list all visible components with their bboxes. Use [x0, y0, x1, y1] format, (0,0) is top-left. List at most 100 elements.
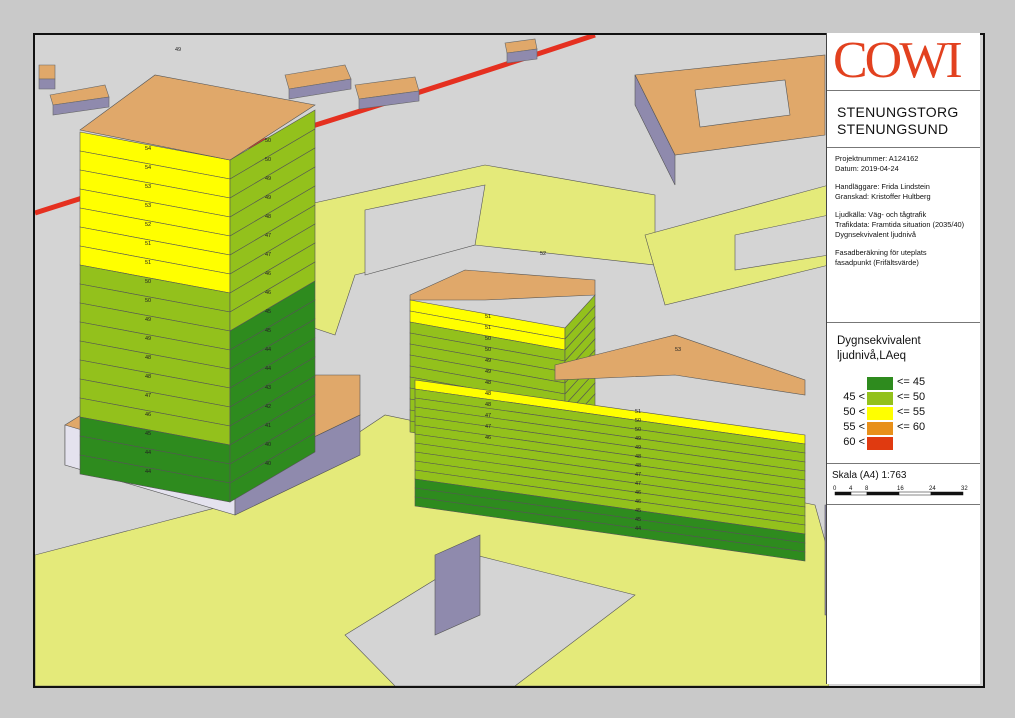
- legend-high-3: <= 55: [897, 406, 926, 418]
- scale-tick-label: 32: [961, 486, 968, 492]
- scale-bar: 0 4 8 16 24 32: [833, 486, 968, 496]
- tower-side-label: 45: [265, 309, 271, 315]
- scale-box: Skala (A4) 1:763 0 4 8 16 24 32: [827, 464, 980, 505]
- tower-front-label: 53: [145, 184, 151, 190]
- scale-segment: [834, 491, 852, 496]
- tower-side-label: 49: [265, 176, 271, 182]
- tower-front-label: 49: [145, 317, 151, 323]
- project-title-line-1: STENUNGSTORG: [837, 104, 959, 120]
- tower-side-label: 49: [265, 195, 271, 201]
- legend-low-5: 60 <: [843, 436, 865, 448]
- legend-low-3: 50 <: [843, 406, 865, 418]
- logo-box: COWI: [827, 33, 980, 91]
- scale-tick-label: 0: [833, 486, 837, 492]
- tower-front-label: 51: [145, 260, 151, 266]
- right-label: 48: [635, 454, 641, 460]
- right-label: 44: [635, 526, 641, 532]
- legend-swatch-3: [867, 407, 893, 420]
- legend-low-2: 45 <: [843, 391, 865, 403]
- facade-point: fasadpunkt (Frifältsvärde): [835, 258, 919, 267]
- tower-side-label: 40: [265, 461, 271, 467]
- tower-side-label: 43: [265, 385, 271, 391]
- project-title-line-2: STENUNGSUND: [837, 121, 949, 137]
- scale-segment: [898, 491, 932, 496]
- tower-front-label: 51: [145, 241, 151, 247]
- project-info-box: Projektnummer: A124162 Datum: 2019-04-24…: [827, 148, 980, 323]
- tower-side-label: 41: [265, 423, 271, 429]
- tower-side-label: 44: [265, 347, 271, 353]
- scale-segment: [930, 491, 964, 496]
- noise-source: Ljudkälla: Väg- och tågtrafik: [835, 210, 927, 219]
- calculation: Fasadberäkning för uteplats: [835, 248, 927, 257]
- tower-front-label: 53: [145, 203, 151, 209]
- middle-label: 48: [485, 380, 491, 386]
- traffic-data: Trafikdata: Framtida situation (2035/40): [835, 220, 965, 229]
- tower-front-label: 48: [145, 355, 151, 361]
- tower-side-label: 50: [265, 157, 271, 163]
- right-label: 47: [635, 481, 641, 487]
- right-label: 50: [635, 418, 641, 424]
- legend-title-2: ljudnivå,LAeq: [837, 350, 907, 362]
- right-label: 48: [635, 463, 641, 469]
- tower-side-label: 46: [265, 290, 271, 296]
- noise-legend: Dygnsekvivalent ljudnivå,LAeq <= 45 45 <…: [827, 323, 980, 464]
- legend-title-1: Dygnsekvivalent: [837, 335, 921, 347]
- right-label: 50: [635, 427, 641, 433]
- right-label: 49: [635, 445, 641, 451]
- scale-segment: [866, 491, 900, 496]
- legend-low-4: 55 <: [843, 421, 865, 433]
- right-label: 47: [635, 472, 641, 478]
- middle-label: 49: [485, 369, 491, 375]
- tower-front-label: 54: [145, 165, 151, 171]
- right-label: 49: [635, 436, 641, 442]
- right-label: 45: [635, 508, 641, 514]
- tower-side-label: 47: [265, 233, 271, 239]
- right-top-label: 53: [675, 347, 681, 353]
- middle-label: 47: [485, 413, 491, 419]
- tower-side-label: 46: [265, 271, 271, 277]
- tower-side-label: 44: [265, 366, 271, 372]
- legend-panel: COWI STENUNGSTORG STENUNGSUND Projektnum…: [826, 33, 980, 684]
- middle-label: 50: [485, 336, 491, 342]
- tower-front-label: 52: [145, 222, 151, 228]
- company-logo: COWI: [833, 32, 963, 89]
- legend-high-2: <= 50: [897, 391, 926, 403]
- right-label: 46: [635, 499, 641, 505]
- tower-side-label: 45: [265, 328, 271, 334]
- tower-side-label: 47: [265, 252, 271, 258]
- metric: Dygnsekvivalent ljudnivå: [835, 230, 916, 239]
- scale-tick-label: 8: [865, 486, 869, 492]
- right-label: 46: [635, 490, 641, 496]
- tower-side-label: 40: [265, 442, 271, 448]
- background-building-wall: [38, 78, 56, 90]
- tower-front-label: 46: [145, 412, 151, 418]
- tower-side-label: 42: [265, 404, 271, 410]
- tower-front-label: 45: [145, 431, 151, 437]
- tower-front-label: 44: [145, 450, 151, 456]
- scale-tick-label: 24: [929, 486, 936, 492]
- legend-high-1: <= 45: [897, 376, 926, 388]
- tower-side-label: 48: [265, 214, 271, 220]
- map-3d-scene: 54 50 54 50 53 49 53 49 52 48 51 47 51 47 50 46 50 46 49 45…: [35, 35, 829, 686]
- middle-label: 46: [485, 435, 491, 441]
- tower-top-label: 49: [175, 47, 181, 53]
- middle-label: 48: [485, 391, 491, 397]
- project-date: Datum: 2019-04-24: [835, 164, 899, 173]
- tower-front-label: 54: [145, 146, 151, 152]
- scale-label: Skala (A4) 1:763: [832, 470, 907, 481]
- reviewer: Granskad: Kristoffer Hultberg: [835, 192, 931, 201]
- legend-swatch-2: [867, 392, 893, 405]
- tower-front-label: 50: [145, 279, 151, 285]
- tower-front-label: 49: [145, 336, 151, 342]
- tower-front-label: 44: [145, 469, 151, 475]
- middle-label: 50: [485, 347, 491, 353]
- scale-segment: [850, 491, 868, 496]
- title-box: STENUNGSTORG STENUNGSUND: [827, 91, 980, 148]
- middle-label: 51: [485, 314, 491, 320]
- right-label: 51: [635, 409, 641, 415]
- handler: Handläggare: Frida Lindstein: [835, 182, 930, 191]
- project-number: Projektnummer: A124162: [835, 154, 919, 163]
- background-building-roof: [38, 64, 56, 80]
- middle-top-label: 52: [540, 251, 546, 257]
- legend-swatch-5: [867, 437, 893, 450]
